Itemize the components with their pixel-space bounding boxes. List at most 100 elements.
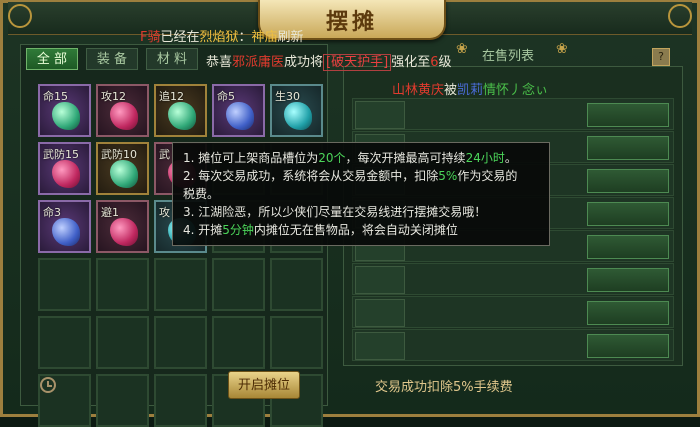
list-title-suffix: ぃ	[535, 83, 549, 98]
item-stat-label: 命15	[43, 90, 68, 103]
sale-row-button[interactable]	[587, 301, 669, 325]
gem-icon	[52, 160, 80, 188]
sale-row-item-slot[interactable]	[355, 299, 405, 327]
congrats-item: [破天护手]	[323, 54, 392, 71]
sale-row[interactable]	[352, 296, 674, 328]
gem-icon	[110, 218, 138, 246]
gem-icon	[110, 102, 138, 130]
frame-corner-ornament	[8, 4, 32, 28]
item-slot[interactable]	[96, 374, 149, 427]
tab-all[interactable]: 全 部	[26, 48, 78, 70]
tooltip-line-1: 1. 摊位可上架商品槽位为20个，每次开摊最高可持续24小时。	[183, 149, 539, 167]
tooltip-text: ，每次开摊最高可持续	[345, 151, 466, 165]
tooltip-text: 作为交易的	[457, 169, 518, 183]
item-slot[interactable]: 攻12	[96, 84, 149, 137]
item-slot[interactable]	[38, 258, 91, 311]
tooltip-highlight: 20个	[318, 151, 346, 165]
item-slot[interactable]: 武防10	[96, 142, 149, 195]
sale-row[interactable]	[352, 263, 674, 295]
item-slot[interactable]: 避1	[96, 200, 149, 253]
tooltip-text: 2. 每次交易成功，系统将会从交易金额中，扣除	[183, 169, 439, 183]
tooltip-line-2b: 税费。	[183, 187, 220, 201]
sale-row-button[interactable]	[587, 103, 669, 127]
item-stat-label: 武防10	[101, 148, 137, 161]
frame-corner-ornament	[668, 4, 692, 28]
sale-row-item-slot[interactable]	[355, 266, 405, 294]
item-slot[interactable]: 命15	[38, 84, 91, 137]
gem-icon	[52, 218, 80, 246]
item-slot[interactable]: 命3	[38, 200, 91, 253]
bulletin-message: F骑已经在烈焰狱：神庙刷新	[140, 26, 304, 45]
sale-row-button[interactable]	[587, 202, 669, 226]
sale-row-item-slot[interactable]	[355, 101, 405, 129]
tooltip-line-3: 3. 江湖险恶，所以少侠们尽量在交易线进行摆摊交易哦！	[183, 205, 487, 219]
item-stat-label: 攻12	[101, 90, 126, 103]
on-sale-list-header: 山林黄庆被凯莉情怀丿念ぃ	[392, 79, 548, 98]
tab-materials[interactable]: 材 料	[146, 48, 198, 70]
bulletin-item: 神庙	[251, 30, 278, 45]
seller-name: 山林黄庆	[392, 83, 445, 98]
congrats-text: 级	[438, 55, 452, 70]
tooltip-line-2: 2. 每次交易成功，系统将会从交易金额中，扣除5%作为交易的	[183, 167, 539, 185]
fee-note: 交易成功扣除5%手续费	[375, 380, 513, 395]
swirl-ornament-icon: ❀	[556, 41, 568, 57]
congrats-level: 6	[430, 55, 439, 70]
gem-icon	[168, 102, 196, 130]
sale-row-button[interactable]	[587, 235, 669, 259]
tooltip-highlight: 24小时	[465, 151, 505, 165]
buyer-name: 凯莉	[457, 83, 484, 98]
congrats-text: 成功将	[284, 55, 324, 70]
sale-row[interactable]	[352, 98, 674, 130]
item-stat-label: 命5	[217, 90, 235, 103]
help-button[interactable]: ?	[652, 48, 670, 66]
list-title-text: 情怀丿念	[483, 83, 536, 98]
item-slot[interactable]: 命5	[212, 84, 265, 137]
clock-icon[interactable]	[40, 377, 56, 393]
sale-row-button[interactable]	[587, 268, 669, 292]
item-stat-label: 武防15	[43, 148, 79, 161]
sale-row-button[interactable]	[587, 169, 669, 193]
item-slot[interactable]: 武防15	[38, 142, 91, 195]
item-slot[interactable]: 生30	[270, 84, 323, 137]
bulletin-text: 刷新	[277, 30, 304, 45]
congrats-player: 邪派庸医	[232, 55, 285, 70]
item-slot[interactable]	[154, 316, 207, 369]
sale-row[interactable]	[352, 329, 674, 361]
congrats-text: 强化至	[391, 55, 431, 70]
tooltip-text: 1. 摊位可上架商品槽位为	[183, 151, 319, 165]
swirl-ornament-icon: ❀	[456, 41, 468, 57]
item-slot[interactable]	[154, 374, 207, 427]
on-sale-list-label: 在售列表	[482, 49, 535, 64]
bulletin-text: 已经在	[160, 30, 200, 45]
item-slot[interactable]	[212, 316, 265, 369]
item-slot[interactable]	[96, 258, 149, 311]
item-slot[interactable]	[270, 316, 323, 369]
congrats-message: 恭喜邪派庸医成功将 [破天护手] 强化至6级	[206, 51, 452, 71]
tooltip-text: 内摊位无在售物品，将会自动关闭摊位	[253, 223, 458, 237]
item-slot[interactable]	[212, 258, 265, 311]
item-slot[interactable]	[270, 258, 323, 311]
bulletin-prefix: F骑	[140, 30, 161, 45]
item-slot[interactable]	[154, 258, 207, 311]
bulletin-separator: ：	[238, 30, 252, 45]
tooltip-text: 4. 开摊	[183, 223, 223, 237]
item-stat-label: 命3	[43, 206, 61, 219]
tooltip-highlight: 5%	[438, 169, 458, 183]
item-stat-label: 追12	[159, 90, 184, 103]
rules-tooltip: 1. 摊位可上架商品槽位为20个，每次开摊最高可持续24小时。 2. 每次交易成…	[172, 142, 550, 246]
open-stall-button[interactable]: 开启摊位	[228, 371, 300, 399]
item-slot[interactable]: 追12	[154, 84, 207, 137]
gem-icon	[110, 160, 138, 188]
gem-icon	[226, 102, 254, 130]
gem-icon	[284, 102, 312, 130]
item-stat-label: 避1	[101, 206, 119, 219]
tooltip-line-4: 4. 开摊5分钟内摊位无在售物品，将会自动关闭摊位	[183, 221, 539, 239]
tab-equipment[interactable]: 装 备	[86, 48, 138, 70]
sale-row-button[interactable]	[587, 334, 669, 358]
item-slot[interactable]	[96, 316, 149, 369]
bulletin-place: 烈焰狱	[199, 30, 239, 45]
item-stat-label: 武	[159, 148, 170, 161]
sale-row-item-slot[interactable]	[355, 332, 405, 360]
sale-row-button[interactable]	[587, 136, 669, 160]
item-slot[interactable]	[38, 316, 91, 369]
